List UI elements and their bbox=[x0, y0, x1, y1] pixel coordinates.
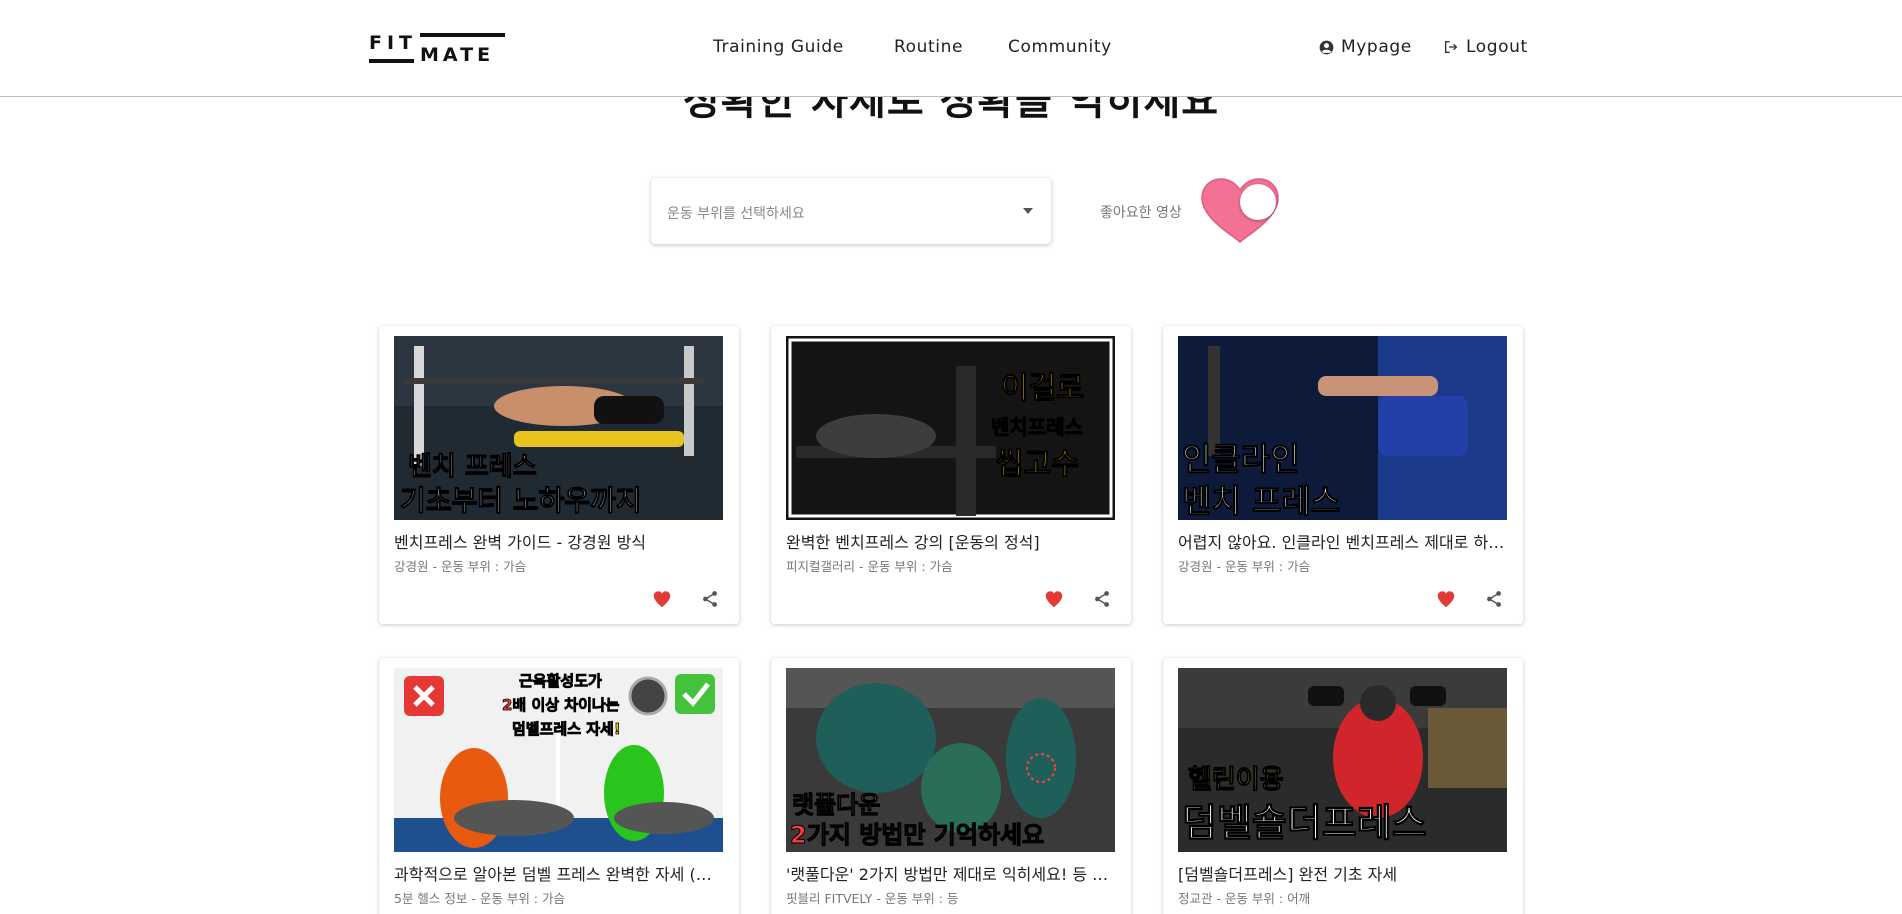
share-icon bbox=[1095, 591, 1109, 607]
thumb-caption-line3: 씹고수 bbox=[996, 447, 1079, 482]
share-icon bbox=[703, 591, 717, 607]
video-meta: 5분 헬스 정보 - 운동 부위 : 가슴 bbox=[394, 891, 565, 906]
video-card[interactable]: 헬린이용 덤벨숄더프레스 [덤벨숄더프레스] 완전 기초 자세 정교관 - 운동… bbox=[1163, 658, 1523, 914]
nav-routine[interactable]: Routine bbox=[894, 37, 963, 57]
video-title[interactable]: 과학적으로 알아본 덤벨 프레스 완벽한 자세 (근육활성도) bbox=[394, 861, 723, 885]
thumb-caption-line1: 인클라인 bbox=[1182, 440, 1300, 478]
body-part-select-placeholder: 운동 부위를 선택하세요 bbox=[667, 206, 805, 222]
logo-text-top: FIT bbox=[369, 32, 418, 54]
video-card[interactable]: 인클라인 벤치 프레스 어렵지 않아요. 인클라인 벤치프레스 제대로 하는 법… bbox=[1163, 326, 1523, 624]
share-button[interactable] bbox=[1091, 588, 1113, 610]
thumb-caption-line1: 랫풀다운 bbox=[792, 791, 880, 819]
fitmate-logo[interactable]: FIT MATE bbox=[369, 30, 505, 66]
video-meta: 강경원 - 운동 부위 : 가슴 bbox=[394, 559, 527, 574]
video-meta: 정교관 - 운동 부위 : 어깨 bbox=[1178, 891, 1311, 906]
logo-bar-top bbox=[420, 33, 505, 37]
video-title[interactable]: 어렵지 않아요. 인클라인 벤치프레스 제대로 하는 법 bbox=[1178, 529, 1507, 553]
video-meta: 강경원 - 운동 부위 : 가슴 bbox=[1178, 559, 1311, 574]
thumb-caption-line3: 덤벨프레스 자세! bbox=[512, 720, 621, 738]
favorite-button[interactable] bbox=[1043, 588, 1065, 610]
heart-icon bbox=[1045, 591, 1063, 608]
video-card[interactable]: 이걸로 벤치프레스 씹고수 완벽한 벤치프레스 강의 [운동의 정석] 피지컬갤… bbox=[771, 326, 1131, 624]
video-card[interactable]: 벤치 프레스 기초부터 노하우까지 벤치프레스 완벽 가이드 - 강경원 방식 … bbox=[379, 326, 739, 624]
video-meta: 피지컬갤러리 - 운동 부위 : 가슴 bbox=[786, 559, 953, 574]
favorite-button[interactable] bbox=[651, 588, 673, 610]
thumb-caption-line1: 근육활성도가 bbox=[519, 672, 602, 690]
body-part-select[interactable]: 운동 부위를 선택하세요 bbox=[651, 178, 1051, 244]
share-button[interactable] bbox=[1483, 588, 1505, 610]
nav-community[interactable]: Community bbox=[1008, 37, 1112, 57]
nav-training-guide[interactable]: Training Guide bbox=[713, 37, 844, 57]
video-title[interactable]: 벤치프레스 완벽 가이드 - 강경원 방식 bbox=[394, 529, 723, 553]
favorite-button[interactable] bbox=[1435, 588, 1457, 610]
logout-link[interactable]: Logout bbox=[1443, 37, 1528, 57]
thumb-caption-line1: 이걸로 bbox=[1001, 371, 1084, 406]
video-title[interactable]: '랫풀다운' 2가지 방법만 제대로 익히세요! 등 운동 bbox=[786, 861, 1115, 885]
video-card[interactable]: 랫풀다운 2가지 방법만 기억하세요 '랫풀다운' 2가지 방법만 제대로 익히… bbox=[771, 658, 1131, 914]
thumb-caption-line1: 벤치 프레스 bbox=[408, 452, 537, 482]
account-circle-icon bbox=[1319, 40, 1334, 54]
mypage-label: Mypage bbox=[1341, 37, 1412, 57]
video-title[interactable]: [덤벨숄더프레스] 완전 기초 자세 bbox=[1178, 861, 1507, 885]
liked-videos-toggle[interactable] bbox=[1198, 176, 1282, 246]
heart-icon bbox=[653, 591, 671, 608]
video-thumbnail[interactable]: 근육활성도가 2배 이상 차이나는 덤벨프레스 자세! bbox=[394, 668, 723, 852]
video-thumbnail[interactable]: 헬린이용 덤벨숄더프레스 bbox=[1178, 668, 1507, 852]
thumb-caption-line2: 2배 이상 차이나는 bbox=[502, 696, 620, 714]
logout-label: Logout bbox=[1466, 37, 1528, 57]
thumb-caption-line2: 2가지 방법만 기억하세요 bbox=[790, 821, 1044, 849]
liked-videos-label: 좋아요한 영상 bbox=[1100, 205, 1182, 221]
logo-text-bottom: MATE bbox=[420, 44, 495, 66]
thumb-caption-line2: 기초부터 노하우까지 bbox=[400, 484, 642, 517]
toggle-knob bbox=[1240, 184, 1276, 220]
share-button[interactable] bbox=[699, 588, 721, 610]
video-title[interactable]: 완벽한 벤치프레스 강의 [운동의 정석] bbox=[786, 529, 1115, 553]
mypage-link[interactable]: Mypage bbox=[1319, 37, 1412, 57]
share-icon bbox=[1487, 591, 1501, 607]
logout-icon bbox=[1445, 41, 1458, 53]
thumb-caption-line2: 벤치 프레스 bbox=[1182, 482, 1340, 520]
video-thumbnail[interactable]: 벤치 프레스 기초부터 노하우까지 bbox=[394, 336, 723, 520]
video-thumbnail[interactable]: 인클라인 벤치 프레스 bbox=[1178, 336, 1507, 520]
dropdown-caret-icon bbox=[1023, 208, 1033, 214]
top-header: FIT MATE Training Guide Routine Communit… bbox=[0, 0, 1902, 97]
heart-icon bbox=[1437, 591, 1455, 608]
video-thumbnail[interactable]: 이걸로 벤치프레스 씹고수 bbox=[786, 336, 1115, 520]
video-meta: 핏블리 FITVELY - 운동 부위 : 등 bbox=[786, 891, 959, 906]
logo-bar-bottom bbox=[369, 59, 414, 63]
video-thumbnail[interactable]: 랫풀다운 2가지 방법만 기억하세요 bbox=[786, 668, 1115, 852]
thumb-caption-line2: 덤벨숄더프레스 bbox=[1182, 801, 1427, 845]
thumb-caption-line1: 헬린이용 bbox=[1188, 765, 1284, 795]
thumb-caption-line2: 벤치프레스 bbox=[991, 415, 1083, 439]
video-card[interactable]: 근육활성도가 2배 이상 차이나는 덤벨프레스 자세! 과학적으로 알아본 덤벨… bbox=[379, 658, 739, 914]
